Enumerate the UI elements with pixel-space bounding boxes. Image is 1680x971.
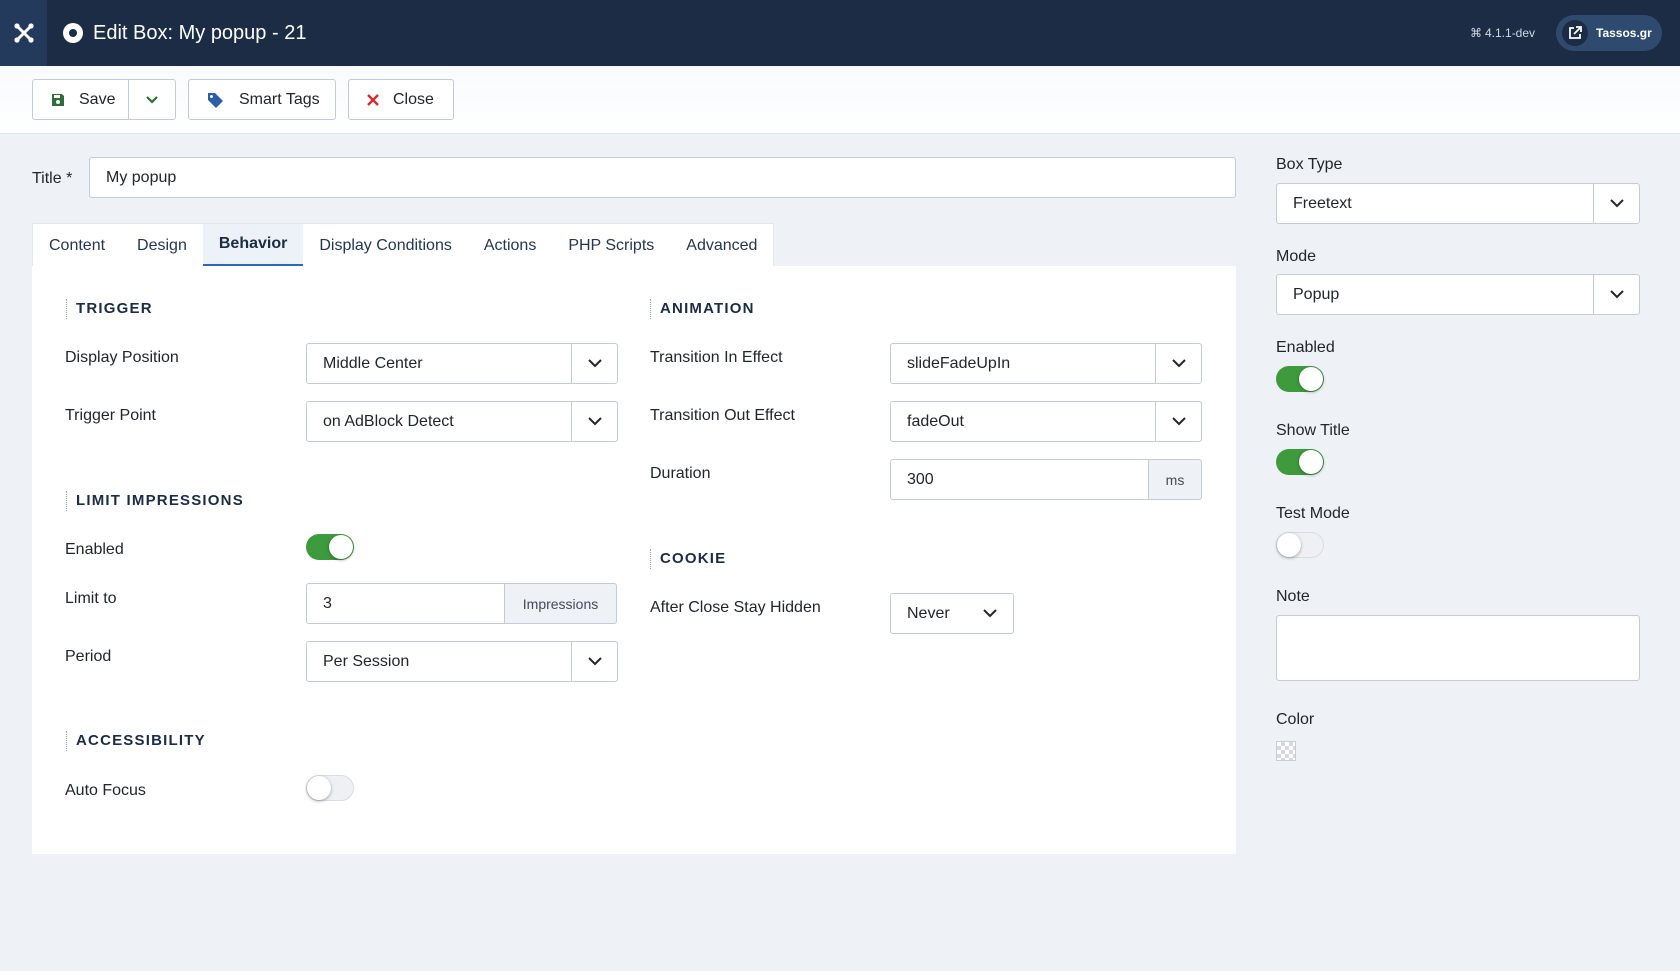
accessibility-heading: ACCESSIBILITY — [66, 731, 206, 751]
trigger-point-label: Trigger Point — [65, 407, 156, 424]
sidebar-enabled-toggle[interactable] — [1276, 366, 1324, 392]
tab-design[interactable]: Design — [121, 224, 203, 267]
test-mode-label: Test Mode — [1276, 505, 1350, 522]
toggle-knob — [307, 776, 331, 800]
color-label: Color — [1276, 711, 1315, 728]
joomla-small-icon: ⌘ — [1470, 26, 1482, 40]
page-title: Edit Box: My popup - 21 — [63, 0, 306, 66]
animation-heading: ANIMATION — [650, 299, 755, 319]
save-button[interactable]: Save — [32, 79, 129, 120]
toggle-knob — [1277, 533, 1301, 557]
mode-value: Popup — [1293, 285, 1340, 303]
mode-label: Mode — [1276, 248, 1317, 265]
chevron-down-icon — [1593, 275, 1639, 314]
smart-tags-button[interactable]: Smart Tags — [188, 79, 336, 120]
smart-tags-label: Smart Tags — [239, 90, 320, 108]
limit-to-input[interactable]: 3 — [306, 583, 505, 624]
duration-label: Duration — [650, 465, 711, 482]
test-mode-toggle[interactable] — [1276, 532, 1324, 558]
tab-php-scripts[interactable]: PHP Scripts — [552, 224, 670, 267]
chevron-down-icon — [1593, 184, 1639, 223]
external-link-icon — [1562, 20, 1588, 46]
display-position-select[interactable]: Middle Center — [306, 343, 618, 384]
mode-select[interactable]: Popup — [1276, 274, 1640, 315]
tab-content[interactable]: Content — [33, 224, 121, 267]
toolbar: Save Smart Tags Close — [0, 66, 1680, 134]
tag-icon — [208, 92, 223, 108]
cookie-heading: COOKIE — [650, 549, 726, 569]
note-textarea[interactable] — [1276, 615, 1640, 681]
limit-enabled-toggle[interactable] — [306, 534, 354, 560]
period-label: Period — [65, 648, 112, 665]
tab-behavior[interactable]: Behavior — [202, 224, 304, 267]
note-label: Note — [1276, 588, 1310, 605]
toggle-knob — [1299, 367, 1323, 391]
close-icon — [367, 93, 379, 106]
transition-in-label: Transition In Effect — [650, 349, 783, 366]
after-close-value: Never — [907, 604, 950, 622]
show-title-label: Show Title — [1276, 422, 1350, 439]
duration-input[interactable]: 300 — [890, 459, 1149, 500]
chevron-down-icon — [1155, 402, 1201, 441]
app-header: Edit Box: My popup - 21 ⌘ 4.1.1-dev Tass… — [0, 0, 1680, 66]
version-text: 4.1.1-dev — [1485, 26, 1536, 40]
title-input[interactable] — [89, 157, 1236, 198]
trigger-point-select[interactable]: on AdBlock Detect — [306, 401, 618, 442]
transition-in-value: slideFadeUpIn — [907, 354, 1011, 372]
color-swatch[interactable] — [1276, 741, 1296, 761]
limit-to-unit: Impressions — [505, 583, 617, 624]
toggle-knob — [329, 535, 353, 559]
transition-out-label: Transition Out Effect — [650, 407, 795, 424]
period-select[interactable]: Per Session — [306, 641, 618, 682]
toggle-knob — [1299, 450, 1323, 474]
after-close-label: After Close Stay Hidden — [650, 599, 821, 616]
auto-focus-label: Auto Focus — [65, 782, 146, 799]
box-type-label: Box Type — [1276, 156, 1343, 173]
limit-to-label: Limit to — [65, 590, 117, 607]
chevron-down-icon — [571, 344, 617, 383]
limit-impressions-heading: LIMIT IMPRESSIONS — [66, 491, 244, 511]
site-link-button[interactable]: Tassos.gr — [1556, 15, 1662, 51]
tab-actions[interactable]: Actions — [468, 224, 552, 267]
duration-unit: ms — [1149, 459, 1202, 500]
site-link-label: Tassos.gr — [1596, 26, 1652, 40]
page-title-text: Edit Box: My popup - 21 — [93, 21, 307, 44]
chevron-down-icon — [146, 95, 158, 104]
chevron-down-icon — [571, 402, 617, 441]
tab-bar: Content Design Behavior Display Conditio… — [32, 223, 775, 267]
box-type-value: Freetext — [1293, 194, 1352, 212]
transition-in-select[interactable]: slideFadeUpIn — [890, 343, 1202, 384]
display-position-value: Middle Center — [323, 354, 423, 372]
save-options-dropdown[interactable] — [128, 79, 176, 120]
box-type-select[interactable]: Freetext — [1276, 183, 1640, 224]
after-close-select[interactable]: Never — [890, 593, 1014, 634]
tab-display-conditions[interactable]: Display Conditions — [303, 224, 468, 267]
transition-out-select[interactable]: fadeOut — [890, 401, 1202, 442]
title-label: Title * — [32, 170, 73, 187]
auto-focus-toggle[interactable] — [306, 775, 354, 801]
limit-enabled-label: Enabled — [65, 541, 124, 558]
save-icon — [52, 93, 64, 106]
record-icon — [63, 23, 83, 43]
transition-out-value: fadeOut — [907, 412, 964, 430]
close-label: Close — [393, 90, 434, 108]
close-button[interactable]: Close — [348, 79, 454, 120]
behavior-panel: TRIGGER Display Position Middle Center T… — [32, 266, 1236, 854]
period-value: Per Session — [323, 652, 410, 670]
limit-to-group: 3 Impressions — [306, 583, 617, 624]
show-title-toggle[interactable] — [1276, 449, 1324, 475]
joomla-logo-icon[interactable] — [0, 0, 47, 66]
save-label: Save — [79, 90, 116, 108]
chevron-down-icon — [1155, 344, 1201, 383]
trigger-heading: TRIGGER — [66, 299, 153, 319]
trigger-point-value: on AdBlock Detect — [323, 412, 454, 430]
version-badge: ⌘ 4.1.1-dev — [1470, 0, 1535, 66]
chevron-down-icon — [967, 594, 1013, 633]
tab-advanced[interactable]: Advanced — [670, 224, 773, 267]
chevron-down-icon — [571, 642, 617, 681]
duration-group: 300 ms — [890, 459, 1202, 500]
display-position-label: Display Position — [65, 349, 179, 366]
sidebar-enabled-label: Enabled — [1276, 339, 1335, 356]
